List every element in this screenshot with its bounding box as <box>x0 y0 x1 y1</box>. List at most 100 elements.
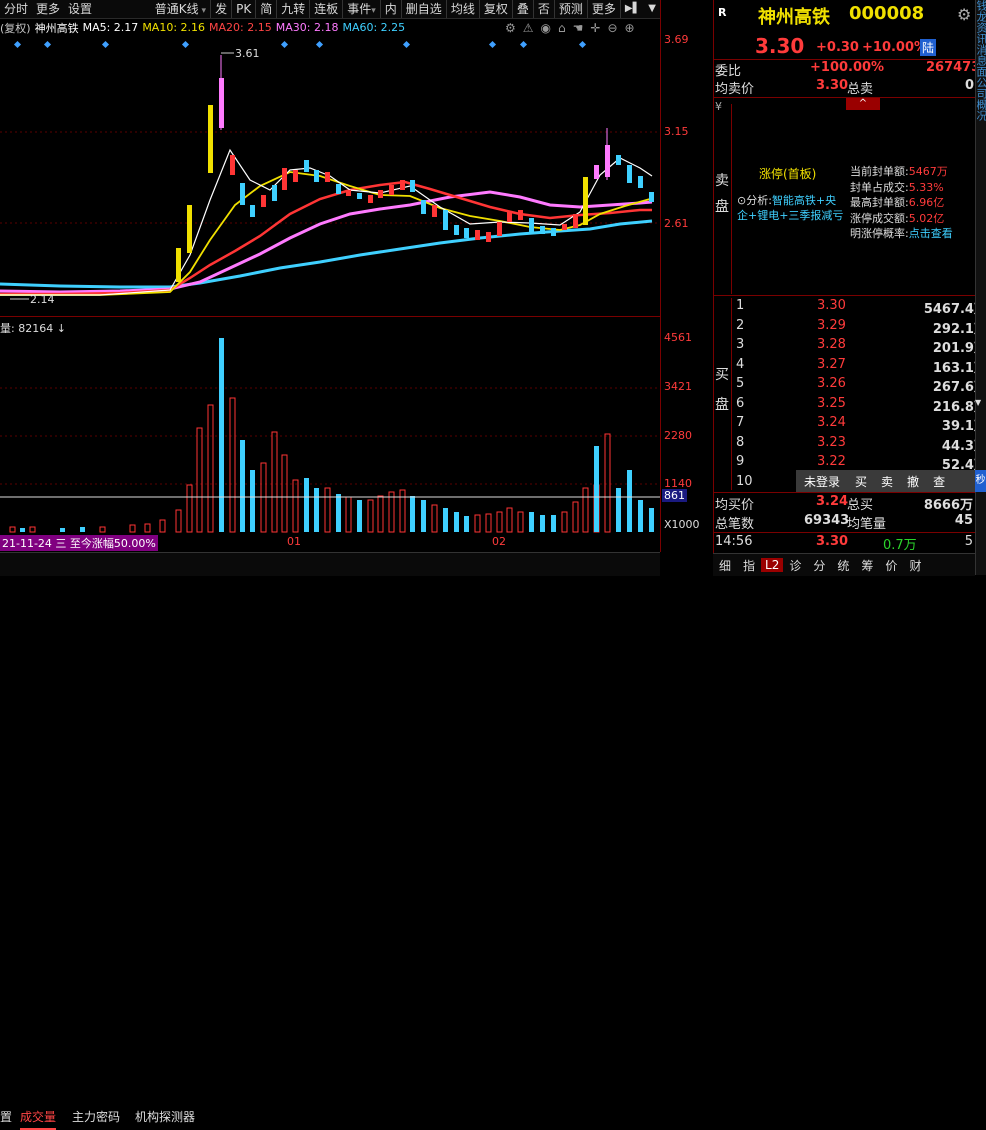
tab-main-force[interactable]: 主力密码 <box>72 1106 120 1128</box>
toolbar-ma[interactable]: 均线 <box>445 0 479 18</box>
tab-zhi[interactable]: 置 <box>0 1106 12 1128</box>
toolbar-events[interactable]: 事件▾ <box>342 0 380 18</box>
settings-button[interactable]: 设置 <box>64 0 96 18</box>
tab-diagnose[interactable]: 诊 <box>783 557 807 574</box>
zoom-out-icon[interactable]: ⊖ <box>607 21 617 35</box>
top-toolbar: 分时 更多 设置 普通K线 ▾ 发 PK 简 九转 连板 事件▾ 内 删自选 均… <box>0 0 660 19</box>
total-buy-label: 总买 <box>847 498 874 513</box>
stat-row: 明涨停概率:点击查看 <box>850 226 953 242</box>
quote-panel: R 神州高铁 000008 ⚙ 3.30 +0.30 +10.00% 陆 委比 … <box>713 0 986 576</box>
ma30-line <box>0 190 653 294</box>
volume-chart[interactable] <box>0 318 660 533</box>
tab-price[interactable]: 价 <box>879 557 903 574</box>
buy-level: 5 <box>736 376 745 391</box>
tick-count: 5 <box>964 534 973 549</box>
buy-price: 3.26 <box>817 376 846 391</box>
avg-vol-label: 均笔量 <box>847 517 887 532</box>
buy-row[interactable]: 73.2439.1万 <box>733 415 986 434</box>
tab-volume[interactable]: 成交量 <box>20 1106 57 1130</box>
toolbar-nei[interactable]: 内 <box>379 0 401 18</box>
toolbar-fa[interactable]: 发 <box>210 0 231 18</box>
toolbar-more[interactable]: 更多 <box>586 0 620 18</box>
collapse-up-icon[interactable]: ^ <box>846 98 880 110</box>
trade-popup: 未登录 买 卖 撤 查 <box>796 470 975 492</box>
last-price: 3.30 <box>755 34 805 58</box>
toolbar-remove-favorite[interactable]: 删自选 <box>400 0 446 18</box>
buy-button[interactable]: 买 <box>848 473 874 490</box>
buy-level: 6 <box>736 395 745 411</box>
buy-row[interactable]: 63.25216.8万 <box>733 396 986 415</box>
buy-volume: 216.8 <box>932 399 974 415</box>
hand-icon[interactable]: ☚ <box>573 21 584 35</box>
settings-icon[interactable]: ⚙ <box>505 21 516 35</box>
tick-row: 14:56 3.30 0.7万 5 <box>713 534 975 553</box>
vol-axis-1: 4561 <box>664 331 692 344</box>
total-sell-value: 0 <box>965 78 975 93</box>
stat-row: 涨停成交额:5.02亿 <box>850 211 953 227</box>
zoom-in-icon[interactable]: ⊕ <box>625 21 635 35</box>
more-button[interactable]: 更多 <box>32 0 64 18</box>
chevron-down-icon[interactable]: ▼ <box>644 0 660 18</box>
tab-chips[interactable]: 筹 <box>855 557 879 574</box>
eye-icon[interactable]: ◉ <box>541 21 551 35</box>
toolbar-predict[interactable]: 预测 <box>553 0 587 18</box>
kline-type-label: 普通K线 <box>154 2 199 16</box>
sell-side-label: 卖盘 <box>715 173 729 215</box>
tab-index[interactable]: 指 <box>737 557 761 574</box>
toolbar-jian[interactable]: 简 <box>255 0 276 18</box>
buy-price: 3.22 <box>817 454 846 469</box>
buy-level: 2 <box>736 317 745 333</box>
cancel-order-button[interactable]: 撤 <box>900 473 926 490</box>
login-button[interactable]: 未登录 <box>796 473 848 490</box>
toolbar-fou[interactable]: 否 <box>532 0 554 18</box>
analysis-text[interactable]: ⊙分析:智能高铁+央企+锂电+三季报减亏 <box>737 193 847 223</box>
tab-stats[interactable]: 统 <box>831 557 855 574</box>
crosshair-icon[interactable]: ✛ <box>590 21 600 35</box>
kline-type-select[interactable]: 普通K线 ▾ <box>151 0 210 18</box>
toolbar-adjust[interactable]: 复权 <box>478 0 512 18</box>
tab-institution[interactable]: 机构探测器 <box>135 1106 195 1128</box>
warning-icon[interactable]: ⚠ <box>523 21 534 35</box>
buy-row[interactable]: 33.28201.9万 <box>733 337 986 356</box>
chevron-down-icon[interactable]: ▼ <box>975 398 986 408</box>
price-axis-mid: 3.15 <box>664 125 689 138</box>
price-change-pct: +10.00% <box>862 40 928 55</box>
tab-finance[interactable]: 财 <box>903 557 927 574</box>
event-markers[interactable] <box>13 40 587 49</box>
avg-vol-value: 45 <box>954 513 973 528</box>
tab-fen[interactable]: 分 <box>807 557 831 574</box>
tag-icon[interactable]: ⌂ <box>558 21 566 35</box>
tab-detail[interactable]: 细 <box>713 557 737 574</box>
level2-logo: R <box>718 6 727 19</box>
ma30-value: MA30: 2.18 <box>275 21 339 34</box>
stat-value: 5.33% <box>908 180 944 194</box>
buy-level: 9 <box>736 454 745 469</box>
check-probability-link[interactable]: 点击查看 <box>909 227 953 240</box>
buy-row[interactable]: 13.305467.4万 <box>733 298 986 317</box>
buy-level: 10 <box>736 473 753 489</box>
avg-sell-value: 3.30 <box>816 78 849 93</box>
toolbar-pk[interactable]: PK <box>231 0 255 18</box>
sell-button[interactable]: 卖 <box>874 473 900 490</box>
x-label-02: 02 <box>492 535 506 548</box>
buy-row[interactable]: 43.27163.1万 <box>733 357 986 376</box>
chevron-down-icon: ▾ <box>198 6 207 16</box>
toolbar-lianban[interactable]: 连板 <box>309 0 342 18</box>
buy-volume: 5467.4 <box>923 302 974 317</box>
pin-icon[interactable]: ▶▌ <box>619 0 644 18</box>
buy-row[interactable]: 83.2344.3万 <box>733 435 986 454</box>
buy-row[interactable]: 53.26267.6万 <box>733 376 986 395</box>
stock-code: 000008 <box>849 3 925 24</box>
kline-chart[interactable]: 3.61 2.14 <box>0 36 660 316</box>
market-badge: 陆 <box>920 39 937 56</box>
toolbar-jiuzhuan[interactable]: 九转 <box>276 0 309 18</box>
toolbar-overlay[interactable]: 叠 <box>511 0 533 18</box>
ma60-value: MA60: 2.25 <box>342 21 406 34</box>
stock-name-label: 神州高铁 <box>34 21 79 35</box>
tab-l2[interactable]: L2 <box>761 558 784 572</box>
tab-fenshi[interactable]: 分时 <box>0 0 32 18</box>
buy-row[interactable]: 23.29292.1万 <box>733 318 986 337</box>
gear-icon[interactable]: ⚙ <box>957 5 971 24</box>
query-button[interactable]: 查 <box>926 473 952 490</box>
side-action-button[interactable]: 秒 <box>975 470 986 492</box>
